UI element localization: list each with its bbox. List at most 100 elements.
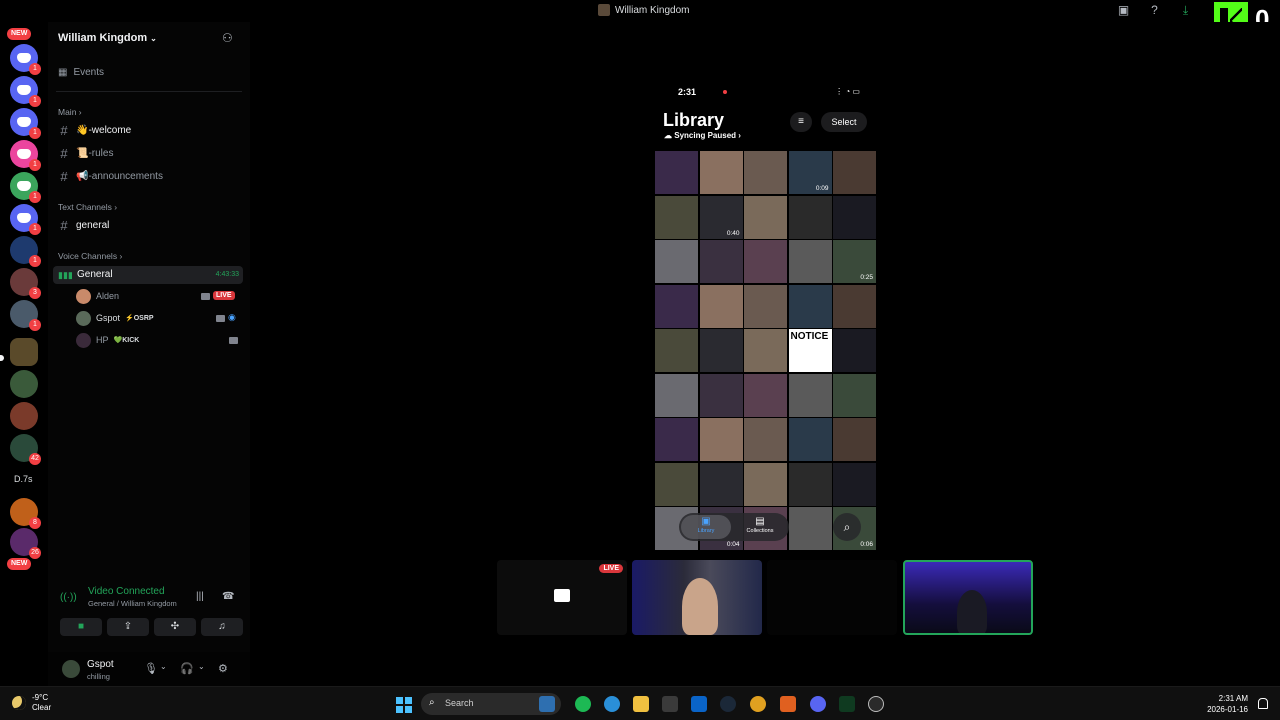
photo-thumbnail[interactable] — [699, 462, 743, 506]
steam-icon[interactable] — [720, 696, 736, 712]
voice-user-alden[interactable]: Alden — [76, 288, 119, 304]
photo-thumbnail[interactable] — [744, 373, 787, 417]
microphone-icon[interactable]: 🎙 — [144, 662, 158, 675]
photo-thumbnail[interactable] — [744, 151, 787, 194]
events-link[interactable]: ▦ Events — [58, 67, 104, 78]
photo-thumbnail[interactable] — [655, 151, 698, 194]
category-text-channels[interactable]: Text Channels › — [58, 202, 117, 212]
photo-thumbnail[interactable] — [655, 462, 698, 506]
disconnect-icon[interactable]: ☎ — [222, 591, 234, 602]
search-icon[interactable]: ⌕ — [833, 513, 861, 541]
server-icon-5[interactable]: 1 — [10, 172, 41, 203]
tab-library[interactable]: ▣ Library — [681, 515, 731, 539]
photo-thumbnail[interactable] — [655, 240, 698, 283]
noise-suppression-icon[interactable]: ||| — [196, 591, 204, 602]
download-icon[interactable]: ⤓ — [1179, 4, 1192, 17]
weather-widget[interactable]: -9°C Clear — [12, 693, 51, 713]
camera-tile-1[interactable] — [632, 560, 762, 635]
server-icon-4[interactable]: 1 — [10, 140, 41, 171]
store-icon[interactable] — [662, 696, 678, 712]
inbox-icon[interactable]: ▣ — [1117, 4, 1130, 17]
server-text-d7s[interactable]: D.7s — [14, 474, 33, 484]
server-icon-william-kingdom[interactable] — [10, 338, 38, 366]
taskbar-search[interactable]: ⌕ Search — [421, 693, 561, 715]
file-explorer-icon[interactable] — [633, 696, 649, 712]
system-clock[interactable]: 2:31 AM 2026-01-16 — [1207, 693, 1248, 715]
channel-announcements[interactable]: # 📢-announcements — [58, 169, 163, 184]
headphones-icon[interactable]: 🎧 — [180, 662, 194, 675]
server-icon-6[interactable]: 1 — [10, 204, 41, 235]
screen-share-button[interactable]: ⇪ — [107, 618, 149, 636]
photo-thumbnail[interactable] — [655, 195, 698, 239]
photo-thumbnail[interactable] — [655, 418, 698, 461]
camera-button[interactable]: ■ — [60, 618, 102, 636]
settings-gear-icon[interactable]: ⚙ — [218, 662, 228, 675]
server-icon-3[interactable]: 1 — [10, 108, 41, 139]
terminal-icon[interactable] — [839, 696, 855, 712]
photo-thumbnail[interactable] — [699, 418, 743, 461]
server-icon-11[interactable] — [10, 402, 38, 430]
voice-user-hp[interactable]: HP 💚KICK — [76, 332, 139, 348]
photo-thumbnail[interactable] — [655, 329, 698, 372]
server-icon-7[interactable]: 1 — [10, 236, 41, 267]
notification-bell-icon[interactable] — [1258, 698, 1268, 709]
category-voice-channels[interactable]: Voice Channels › — [58, 251, 122, 261]
spotify-icon[interactable] — [575, 696, 591, 712]
chevron-down-icon[interactable]: ⌄ — [160, 662, 167, 671]
screen-share-tile[interactable]: LIVE — [497, 560, 627, 635]
photo-thumbnail[interactable] — [788, 507, 832, 550]
avatar[interactable] — [62, 660, 80, 678]
photo-thumbnail[interactable] — [788, 373, 832, 417]
server-icon-13[interactable]: 8 — [10, 498, 41, 529]
select-button[interactable]: Select — [821, 112, 867, 132]
photo-thumbnail[interactable] — [699, 284, 743, 328]
photo-thumbnail[interactable] — [833, 418, 876, 461]
server-icon-8[interactable]: 3 — [10, 268, 41, 299]
photo-thumbnail[interactable] — [833, 373, 876, 417]
voice-channel-general[interactable]: ▮▮▮ General 4:43:33 — [53, 266, 243, 284]
photo-thumbnail[interactable] — [833, 195, 876, 239]
server-icon-12[interactable]: 42 — [10, 434, 41, 465]
category-main[interactable]: Main › — [58, 107, 82, 117]
tab-collections[interactable]: ▤ Collections — [735, 515, 785, 539]
chevron-down-icon[interactable]: ⌄ — [198, 662, 205, 671]
photo-thumbnail[interactable] — [744, 462, 787, 506]
phone-screen-share[interactable]: 2:31 ⋮ ◔ ▭ Library ☁ Syncing Paused › ≡ … — [655, 84, 876, 554]
photo-thumbnail[interactable] — [699, 373, 743, 417]
app-icon[interactable] — [780, 696, 796, 712]
chrome-icon[interactable] — [750, 696, 766, 712]
filter-button[interactable]: ≡ — [790, 112, 812, 132]
photo-thumbnail[interactable]: 0:09 — [788, 151, 832, 194]
photo-thumbnail[interactable] — [788, 284, 832, 328]
photo-thumbnail[interactable] — [655, 373, 698, 417]
server-icon-14[interactable]: 26 — [10, 528, 41, 559]
help-icon[interactable]: ? — [1148, 4, 1161, 17]
photo-thumbnail[interactable] — [744, 195, 787, 239]
photo-thumbnail[interactable] — [833, 284, 876, 328]
outlook-icon[interactable] — [691, 696, 707, 712]
photo-thumbnail[interactable] — [788, 418, 832, 461]
photo-thumbnail[interactable] — [744, 329, 787, 372]
channel-rules[interactable]: # 📜-rules — [58, 146, 113, 161]
server-icon-9[interactable]: 1 — [10, 300, 41, 331]
activities-button[interactable]: ✣ — [154, 618, 196, 636]
server-header[interactable]: William Kingdom ⌄ — [58, 32, 157, 44]
discord-icon[interactable] — [810, 696, 826, 712]
edge-icon[interactable] — [604, 696, 620, 712]
channel-general[interactable]: # general — [58, 218, 109, 233]
camera-tile-2[interactable] — [767, 560, 897, 635]
server-icon-2[interactable]: 1 — [10, 76, 41, 107]
photo-thumbnail[interactable] — [788, 195, 832, 239]
photo-thumbnail[interactable] — [744, 284, 787, 328]
photo-thumbnail[interactable] — [833, 151, 876, 194]
photo-thumbnail[interactable]: 0:25 — [833, 240, 876, 283]
photo-thumbnail[interactable]: NOTICE — [788, 329, 832, 372]
start-button[interactable] — [396, 697, 412, 713]
photo-thumbnail[interactable] — [699, 240, 743, 283]
photo-thumbnail[interactable] — [699, 329, 743, 372]
channel-welcome[interactable]: # 👋-welcome — [58, 123, 131, 138]
settings-icon[interactable] — [868, 696, 884, 712]
soundboard-button[interactable]: ♫ — [201, 618, 243, 636]
camera-tile-speaking[interactable] — [903, 560, 1033, 635]
photo-thumbnail[interactable] — [744, 240, 787, 283]
